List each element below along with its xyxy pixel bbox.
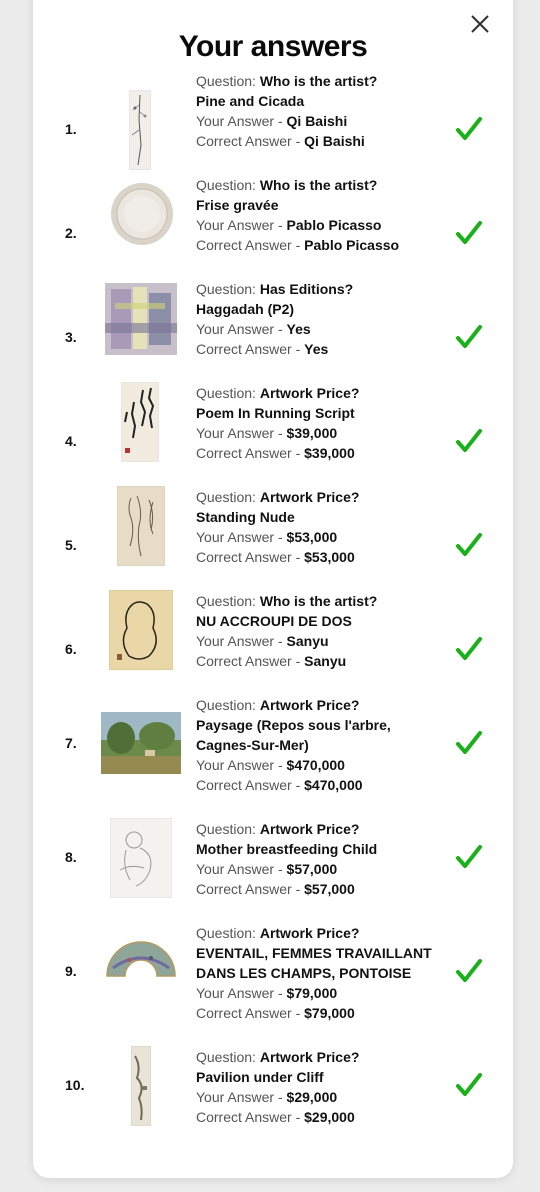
answer-number: 2. (65, 225, 77, 241)
checkmark-icon (456, 429, 482, 452)
answers-dialog: Your answers 1. Question: Who is the art… (33, 0, 513, 1178)
answer-text: Question: Who is the artist? Frise gravé… (196, 177, 400, 253)
checkmark-icon (456, 117, 482, 140)
artwork-thumbnail-4 (121, 382, 159, 462)
checkmark-icon (456, 325, 482, 348)
answer-number: 8. (65, 849, 77, 865)
answer-text: Question: Artwork Price? EVENTAIL, FEMME… (196, 925, 432, 1021)
dialog-title: Your answers (178, 30, 368, 63)
answer-number: 4. (65, 433, 77, 449)
checkmark-icon (456, 731, 482, 754)
answer-number: 1. (65, 121, 77, 137)
answer-text: Question: Artwork Price? Paysage (Repos … (196, 697, 391, 793)
artwork-thumbnail-2 (111, 183, 173, 245)
checkmark-icon (456, 1073, 482, 1096)
checkmark-icon (456, 533, 482, 556)
artwork-thumbnail-7 (101, 712, 181, 774)
checkmark-icon (456, 959, 482, 982)
checkmark-icon (456, 221, 482, 244)
answer-number: 9. (65, 963, 77, 979)
artwork-thumbnail-5 (117, 486, 165, 566)
artwork-thumbnail-6 (109, 590, 173, 670)
answer-number: 6. (65, 641, 77, 657)
answer-text: Question: Artwork Price? Standing Nude Y… (196, 489, 360, 565)
answer-text: Question: Artwork Price? Mother breastfe… (196, 821, 378, 897)
checkmark-icon (456, 845, 482, 868)
answer-number: 3. (65, 329, 77, 345)
answer-text: Question: Who is the artist? NU ACCROUPI… (196, 593, 378, 669)
artwork-thumbnail-1 (129, 90, 151, 170)
artwork-thumbnail-8 (110, 818, 172, 898)
artwork-thumbnail-9 (106, 941, 176, 977)
artwork-thumbnail-10 (131, 1046, 151, 1126)
checkmark-icon (456, 637, 482, 660)
answer-text: Question: Artwork Price? Poem In Running… (196, 385, 360, 461)
answer-number: 10. (65, 1077, 85, 1093)
artwork-thumbnail-3 (105, 283, 177, 355)
answer-text: Question: Who is the artist? Pine and Ci… (196, 73, 378, 149)
answer-text: Question: Has Editions? Haggadah (P2) Yo… (196, 281, 354, 357)
answer-number: 7. (65, 735, 77, 751)
answer-text: Question: Artwork Price? Pavilion under … (196, 1049, 360, 1125)
answer-number: 5. (65, 537, 77, 553)
